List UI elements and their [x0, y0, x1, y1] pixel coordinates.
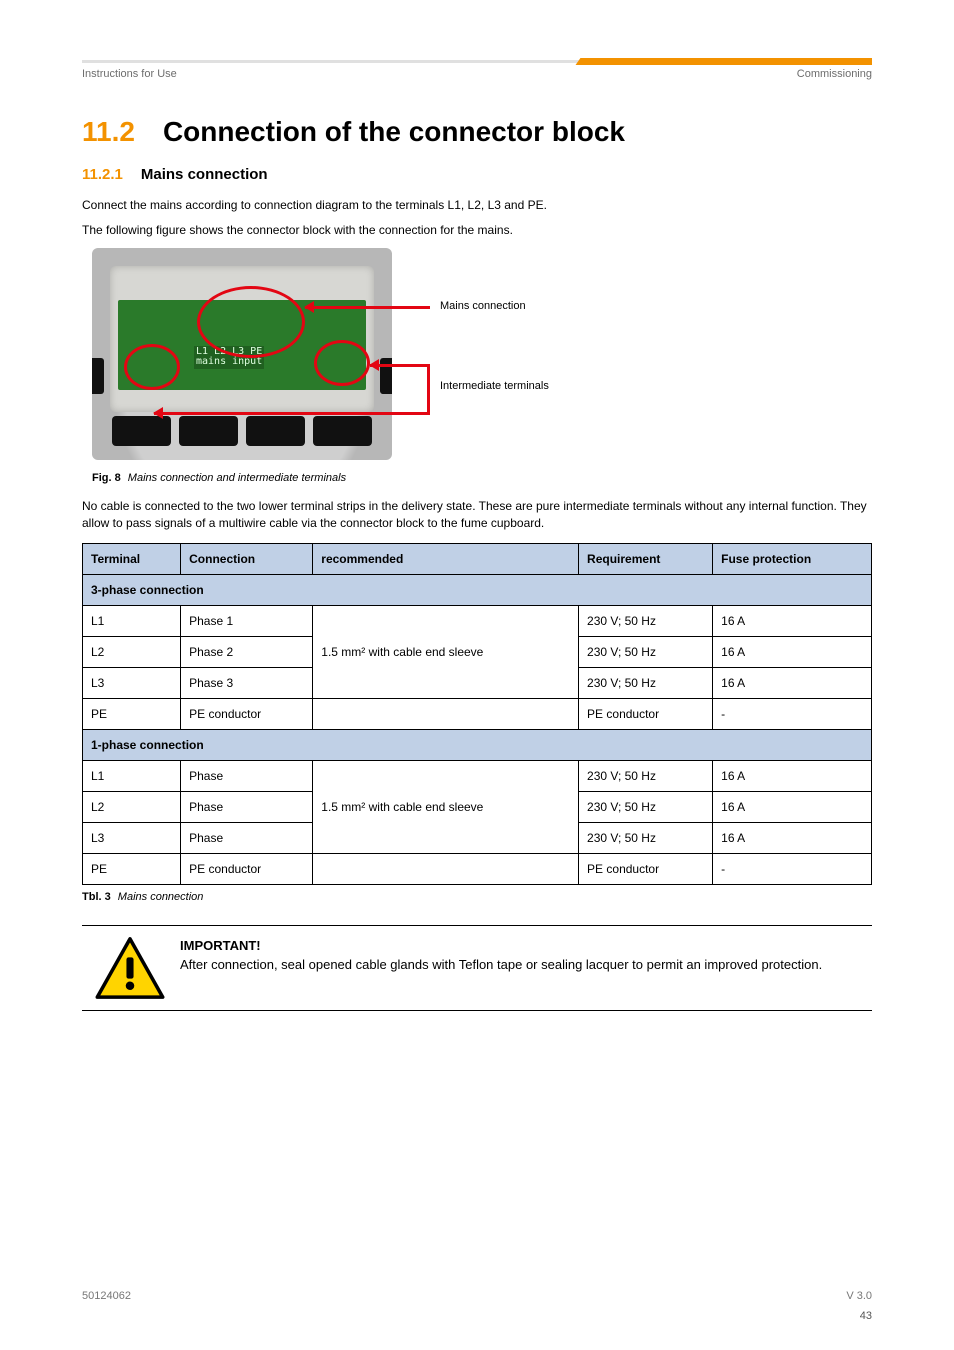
figure-caption-text: Mains connection and intermediate termin…	[128, 472, 346, 484]
warning-icon	[94, 936, 166, 1000]
note-rule-bottom	[82, 1010, 872, 1011]
header-rule	[82, 60, 872, 64]
page-footer: 50124062 V 3.0	[82, 1290, 872, 1302]
th-requirement: Requirement	[579, 543, 713, 574]
th-terminal: Terminal	[83, 543, 181, 574]
th-recommended: recommended	[313, 543, 579, 574]
th-connection: Connection	[181, 543, 313, 574]
table-row: L1 Phase 1 1.5 mm² with cable end sleeve…	[83, 605, 872, 636]
note-heading: IMPORTANT!	[180, 936, 822, 956]
header-left: Instructions for Use	[82, 68, 177, 80]
table-caption: Tbl. 3 Mains connection	[82, 891, 872, 903]
paragraph-3: No cable is connected to the two lower t…	[82, 498, 872, 533]
page-header: Instructions for Use Commissioning	[82, 68, 872, 80]
callout-label-intermediate: Intermediate terminals	[440, 380, 549, 392]
arrow-mains	[305, 306, 430, 309]
arrow-intermediate-left	[154, 412, 430, 415]
page-number: 43	[860, 1310, 872, 1322]
callout-ellipse-intermediate-right	[314, 340, 370, 386]
paragraph-1: Connect the mains according to connectio…	[82, 197, 872, 214]
pcb-label-line2: mains input	[196, 357, 262, 368]
section-title: Connection of the connector block	[163, 116, 625, 148]
table-number: Tbl. 3	[82, 891, 111, 903]
figure-number: Fig. 8	[92, 472, 121, 484]
section-heading: 11.2 Connection of the connector block	[82, 116, 872, 148]
important-note: IMPORTANT! After connection, seal opened…	[94, 936, 872, 1000]
table-row: PE PE conductor PE conductor -	[83, 698, 872, 729]
callout-label-mains: Mains connection	[440, 300, 526, 312]
subsection-number: 11.2.1	[82, 166, 123, 183]
mains-connection-table: Terminal Connection recommended Requirem…	[82, 543, 872, 885]
subsection-heading: 11.2.1 Mains connection	[82, 166, 872, 183]
table-row: L1 Phase 1.5 mm² with cable end sleeve 2…	[83, 760, 872, 791]
footer-doc-id: 50124062	[82, 1290, 131, 1302]
paragraph-2: The following figure shows the connector…	[82, 222, 872, 239]
table-row: PE PE conductor PE conductor -	[83, 853, 872, 884]
note-body: After connection, seal opened cable glan…	[180, 955, 822, 975]
note-rule-top	[82, 925, 872, 926]
figure-caption: Fig. 8 Mains connection and intermediate…	[92, 472, 872, 484]
subsection-title: Mains connection	[141, 166, 268, 183]
header-right: Commissioning	[797, 68, 872, 80]
callout-ellipse-mains	[197, 286, 305, 358]
th-fuse: Fuse protection	[713, 543, 872, 574]
group-1phase: 1-phase connection	[83, 729, 872, 760]
arrow-join-vertical	[427, 364, 430, 415]
section-number: 11.2	[82, 116, 135, 148]
table-caption-text: Mains connection	[118, 891, 204, 903]
footer-version: V 3.0	[846, 1290, 872, 1302]
arrow-intermediate-right	[370, 364, 430, 367]
callout-ellipse-intermediate-left	[124, 344, 180, 390]
group-3phase: 3-phase connection	[83, 574, 872, 605]
figure-connector-block: L1 L2 L3 PE mains input	[92, 248, 432, 468]
